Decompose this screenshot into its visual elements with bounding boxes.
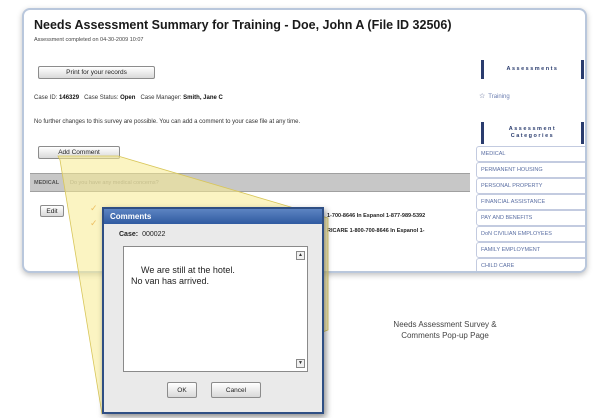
- category-list: MEDICAL PERMANENT HOUSING PERSONAL PROPE…: [476, 146, 585, 271]
- section-description: Do you have any medical concerns?: [70, 180, 159, 186]
- comments-popup: Comments Case: 000022 We are still at the…: [102, 207, 324, 414]
- assessments-heading: Assessments: [481, 60, 584, 79]
- case-id-label: Case ID:: [34, 95, 58, 101]
- category-medical[interactable]: MEDICAL: [476, 146, 585, 162]
- cancel-button[interactable]: Cancel: [211, 382, 261, 398]
- case-manager-value: Smith, Jane C: [183, 95, 223, 101]
- checkmark-icon: ✓: [90, 218, 98, 228]
- case-status-label: Case Status:: [84, 95, 119, 101]
- comment-text: We are still at the hotel. No van has ar…: [131, 265, 235, 286]
- caption-line2: Comments Pop-up Page: [401, 331, 489, 340]
- scroll-down-icon[interactable]: ▼: [296, 359, 305, 368]
- category-personal-property[interactable]: PERSONAL PROPERTY: [476, 178, 585, 194]
- medical-section-bar: MEDICAL Do you have any medical concerns…: [30, 173, 470, 192]
- popup-case-number: 000022: [142, 231, 166, 238]
- category-permanent-housing[interactable]: PERMANENT HOUSING: [476, 162, 585, 178]
- caption: Needs Assessment Survey & Comments Pop-u…: [365, 319, 525, 341]
- popup-case-label: Case:: [119, 231, 139, 238]
- category-don-civilian-employees[interactable]: DoN CIVILIAN EMPLOYEES: [476, 226, 585, 242]
- edit-button[interactable]: Edit: [40, 205, 64, 217]
- page-title: Needs Assessment Summary for Training - …: [34, 18, 452, 32]
- hotline-text: 1-700-8646 In Espanol 1-877-989-5392: [327, 213, 426, 219]
- categories-heading-line2: Categories: [510, 133, 555, 139]
- caption-line1: Needs Assessment Survey &: [393, 320, 497, 329]
- categories-heading: Assessment Categories: [481, 122, 584, 144]
- case-status-value: Open: [120, 95, 136, 101]
- assessment-item-training[interactable]: ☆ Training: [479, 92, 510, 100]
- case-manager-label: Case Manager:: [140, 95, 182, 101]
- category-financial-assistance[interactable]: FINANCIAL ASSISTANCE: [476, 194, 585, 210]
- case-info: Case ID: 146329 Case Status: Open Case M…: [34, 95, 223, 101]
- scroll-up-icon[interactable]: ▲: [296, 251, 305, 260]
- survey-note: No further changes to this survey are po…: [34, 119, 301, 125]
- hotline-text: RICARE 1-800-700-8646 In Espanol 1-: [327, 228, 425, 234]
- completion-date: Assessment completed on 04-30-2009 10:07: [34, 37, 144, 43]
- ok-button[interactable]: OK: [167, 382, 197, 398]
- print-button[interactable]: Print for your records: [38, 66, 155, 79]
- assessment-label: Training: [488, 94, 510, 100]
- popup-case: Case: 000022: [119, 231, 165, 238]
- category-child-care[interactable]: CHILD CARE: [476, 258, 585, 271]
- checkmark-icon: ✓: [90, 203, 98, 213]
- add-comment-button[interactable]: Add Comment: [38, 146, 120, 159]
- case-id-value: 146329: [59, 95, 80, 101]
- star-icon: ☆: [479, 93, 486, 100]
- categories-heading-line1: Assessment: [508, 126, 557, 132]
- category-pay-and-benefits[interactable]: PAY AND BENEFITS: [476, 210, 585, 226]
- section-label: MEDICAL: [34, 180, 60, 186]
- popup-titlebar: Comments: [104, 209, 322, 224]
- category-family-employment[interactable]: FAMILY EMPLOYMENT: [476, 242, 585, 258]
- comment-textarea[interactable]: We are still at the hotel. No van has ar…: [123, 246, 308, 372]
